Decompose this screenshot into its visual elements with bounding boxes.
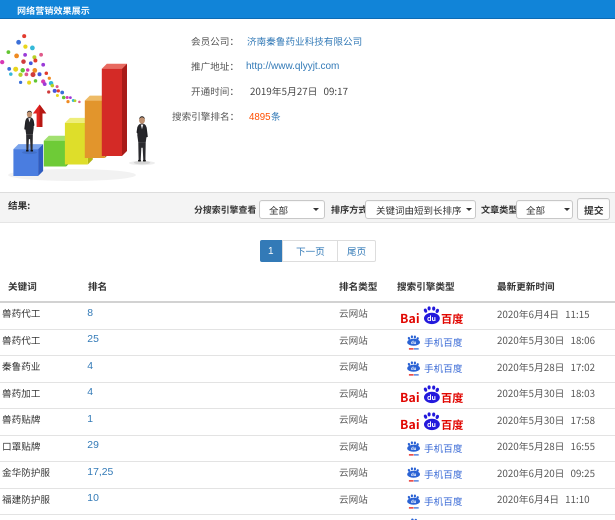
- svg-text:du: du: [411, 339, 417, 344]
- svg-text:du: du: [411, 445, 417, 450]
- svg-text:du: du: [411, 366, 417, 371]
- svg-text:du: du: [411, 498, 417, 503]
- svg-text:du: du: [411, 472, 417, 477]
